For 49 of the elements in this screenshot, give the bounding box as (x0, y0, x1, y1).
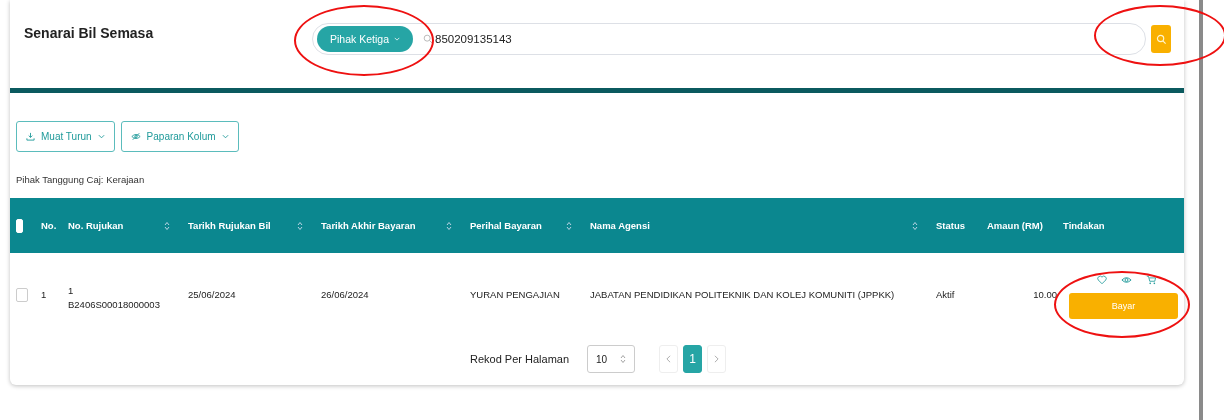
column-header: No. Rujukan (68, 220, 124, 231)
table-cell: Aktif (936, 289, 955, 300)
column-header: Nama Agensi (590, 220, 650, 231)
search-icon (423, 34, 433, 44)
sort-icon[interactable] (446, 220, 452, 231)
select-all-checkbox[interactable] (16, 218, 23, 233)
table-cell: 1 (41, 289, 47, 300)
cart-icon[interactable] (1146, 274, 1156, 285)
charge-note: Pihak Tanggung Caj: Kerajaan (15, 173, 146, 187)
table-cell: 10.00 (1033, 289, 1057, 300)
page-button[interactable]: 1 (683, 345, 703, 373)
spinner-icon (620, 354, 627, 364)
column-header: Tindakan (1063, 220, 1105, 231)
sort-icon[interactable] (566, 220, 572, 231)
search-input[interactable]: 850209135143 (435, 33, 1135, 45)
chevron-left-icon (666, 355, 672, 363)
page-size-label: Rekod Per Halaman (470, 353, 570, 365)
eye-slash-icon (130, 132, 141, 141)
column-header: Amaun (RM) (987, 220, 1043, 231)
eye-icon[interactable] (1121, 274, 1132, 285)
table-cell: YURAN PENGAJIAN (470, 289, 560, 300)
column-header: Tarikh Rujukan Bil (188, 220, 271, 231)
table-cell: B2406S00018000003 (68, 299, 160, 310)
heart-icon[interactable] (1097, 274, 1107, 285)
page-title: Senarai Bil Semasa (24, 25, 155, 41)
chevron-icon (394, 37, 400, 41)
download-icon (26, 132, 35, 141)
table-cell: 26/06/2024 (321, 289, 369, 300)
sort-icon[interactable] (164, 220, 170, 231)
page-size-select[interactable]: 10 (587, 345, 636, 373)
row-checkbox[interactable] (16, 287, 28, 302)
sort-icon[interactable] (297, 220, 303, 231)
columns-dropdown[interactable]: Paparan Kolum (120, 121, 239, 152)
column-header: Status (936, 220, 966, 231)
column-header: No. (41, 220, 57, 231)
search-button[interactable] (1151, 25, 1171, 53)
download-dropdown[interactable]: Muat Turun (16, 121, 115, 152)
table-cell: 1 (68, 285, 74, 296)
search-icon (1155, 33, 1167, 45)
sort-icon[interactable] (912, 220, 918, 231)
column-header: Perihal Bayaran (470, 220, 542, 231)
column-header: Tarikh Akhir Bayaran (321, 220, 416, 231)
table-cell: JABATAN PENDIDIKAN POLITEKNIK DAN KOLEJ KOMUNITI (JPPKK) (590, 289, 895, 300)
pay-button[interactable]: Bayar (1069, 292, 1178, 319)
filter-dropdown[interactable]: Pihak Ketiga (317, 26, 413, 52)
chevron-icon (97, 134, 105, 139)
chevron-icon (221, 134, 229, 139)
table-cell: 25/06/2024 (188, 289, 236, 300)
chevron-right-icon (714, 355, 720, 363)
